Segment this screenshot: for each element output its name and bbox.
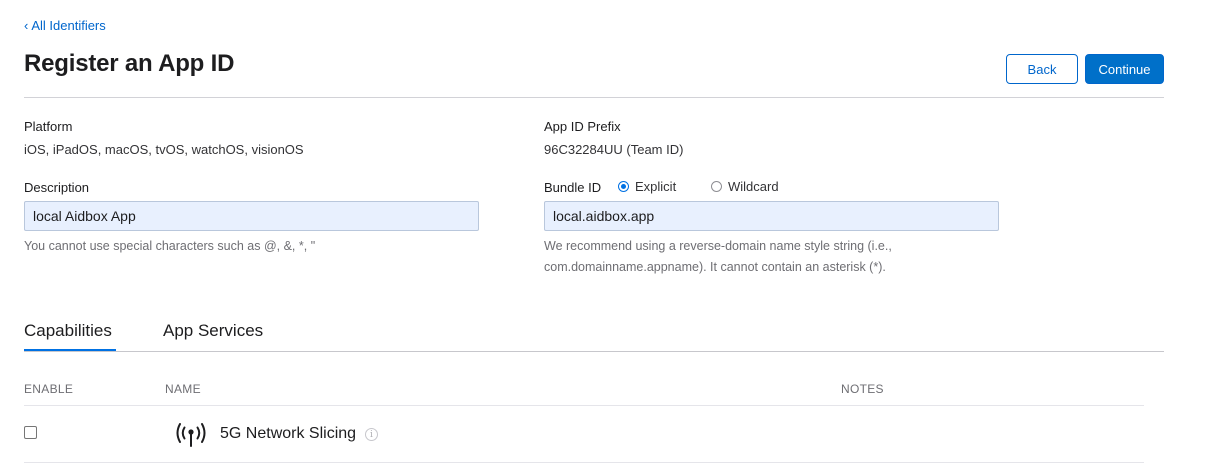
column-notes: NOTES	[841, 382, 884, 396]
info-icon[interactable]: i	[365, 428, 378, 441]
radio-selected-icon	[618, 181, 629, 192]
bundle-explicit-radio[interactable]: Explicit	[618, 179, 676, 194]
column-enable: ENABLE	[24, 382, 74, 396]
description-hint: You cannot use special characters such a…	[24, 239, 316, 253]
back-button[interactable]: Back	[1006, 54, 1078, 84]
bundle-id-input[interactable]	[544, 201, 999, 231]
active-tab-indicator	[24, 349, 116, 351]
chevron-left-icon: ‹	[24, 18, 29, 33]
capability-name: 5G Network Slicing	[220, 425, 357, 442]
bundle-id-hint: We recommend using a reverse-domain name…	[544, 239, 892, 274]
tab-capabilities[interactable]: Capabilities	[24, 321, 112, 341]
table-row: 5G Network Slicing i	[24, 406, 1144, 462]
description-input[interactable]	[24, 201, 479, 231]
all-identifiers-link[interactable]: ‹ All Identifiers	[24, 18, 106, 33]
description-label: Description	[24, 180, 90, 195]
explicit-label: Explicit	[635, 179, 677, 194]
header-divider	[24, 97, 1164, 98]
tabs-divider	[24, 351, 1164, 352]
tab-app-services[interactable]: App Services	[163, 321, 263, 341]
column-name: NAME	[165, 382, 201, 396]
platform-label: Platform	[24, 119, 73, 134]
bundle-id-label: Bundle ID	[544, 180, 602, 195]
page-title: Register an App ID	[24, 50, 235, 77]
app-id-prefix-value: 96C32284UU (Team ID)	[544, 142, 684, 157]
antenna-icon	[174, 420, 208, 448]
enable-checkbox[interactable]	[24, 426, 37, 439]
table-row-divider	[24, 462, 1144, 463]
bundle-wildcard-radio[interactable]: Wildcard	[711, 179, 779, 194]
all-identifiers-label: All Identifiers	[31, 18, 106, 33]
wildcard-label: Wildcard	[728, 179, 779, 194]
radio-unselected-icon	[711, 181, 722, 192]
continue-button[interactable]: Continue	[1085, 54, 1164, 84]
app-id-prefix-label: App ID Prefix	[544, 119, 621, 134]
platform-value: iOS, iPadOS, macOS, tvOS, watchOS, visio…	[24, 142, 304, 157]
